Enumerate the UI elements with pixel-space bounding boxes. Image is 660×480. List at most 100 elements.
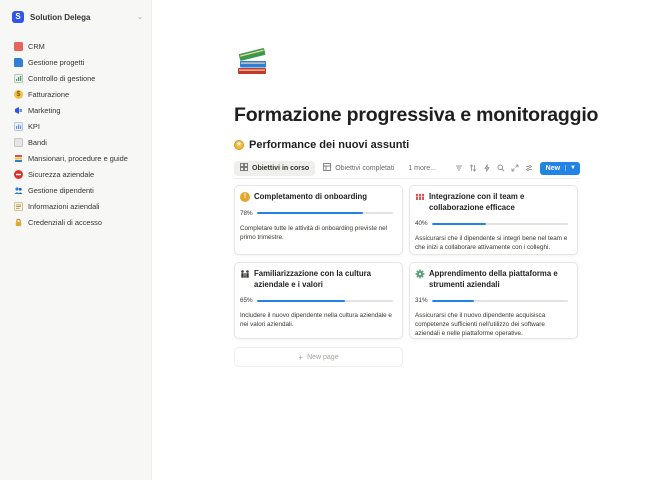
sidebar-item-gestione-progetti[interactable]: Gestione progetti [0, 54, 151, 70]
database-title[interactable]: ★ Performance dei nuovi assunti [234, 139, 409, 151]
sidebar-item-label: Gestione dipendenti [28, 185, 94, 195]
sidebar-item-marketing[interactable]: Marketing [0, 102, 151, 118]
sidebar-item-fatturazione[interactable]: $ Fatturazione [0, 86, 151, 102]
new-page-label: New page [307, 353, 339, 361]
people-icon [14, 186, 23, 195]
new-button[interactable]: New ▼ [539, 161, 580, 175]
card-title: Completamento di onboarding [254, 192, 368, 201]
sidebar-item-label: Gestione progetti [28, 57, 85, 67]
tab-label: 1 more... [408, 164, 436, 172]
star-badge-icon: ★ [234, 140, 244, 150]
tab-obiettivi-in-corso[interactable]: Obiettivi in corso [234, 160, 316, 176]
board-card[interactable]: Familiarizzazione con la cultura azienda… [234, 262, 403, 339]
sidebar-item-label: Bandi [28, 137, 47, 147]
board-card[interactable]: ! Completamento di onboarding 78% Comple… [234, 185, 403, 255]
sidebar-item-gestione-dipendenti[interactable]: Gestione dipendenti [0, 182, 151, 198]
card-title: Integrazione con il team e collaborazion… [429, 192, 525, 212]
sidebar-nav: CRM Gestione progetti Controllo di gesti… [0, 34, 151, 230]
sidebar-item-label: CRM [28, 41, 45, 51]
sidebar-item-label: KPI [28, 121, 40, 131]
sidebar-item-label: Informazioni aziendali [28, 201, 100, 211]
sidebar-item-kpi[interactable]: KPI [0, 118, 151, 134]
card-description: Includere il nuovo dipendente nella cult… [240, 312, 392, 328]
board-card[interactable]: Integrazione con il team e collaborazion… [409, 185, 578, 255]
progress-bar [257, 299, 393, 302]
folder-icon [14, 57, 23, 67]
progress-bar [432, 299, 568, 302]
lightning-icon[interactable] [480, 161, 494, 175]
card-description: Completare tutte le attività di onboardi… [240, 224, 388, 241]
marketing-icon [14, 106, 23, 115]
settings-sliders-icon[interactable] [522, 161, 536, 175]
divider [234, 178, 580, 179]
sidebar-item-crm[interactable]: CRM [0, 38, 151, 54]
tab-label: Obiettivi in corso [252, 164, 310, 172]
progress-percent: 40% [415, 220, 428, 227]
progress-bar [432, 222, 568, 225]
view-toolbar: New ▼ [452, 161, 580, 175]
chart-icon [14, 73, 23, 83]
sidebar-item-mansionari[interactable]: Mansionari, procedure e guide [0, 150, 151, 166]
card-title: Apprendimento della piattaforma e strume… [429, 269, 558, 289]
progress-fill [432, 299, 475, 302]
sidebar-item-sicurezza[interactable]: Sicurezza aziendale [0, 166, 151, 182]
workspace-logo-icon: S [12, 11, 24, 23]
progress-bar [257, 212, 393, 214]
table-icon [323, 163, 332, 173]
gear-icon [415, 269, 425, 279]
progress-percent: 65% [240, 297, 253, 304]
card-description: Assicurarsi che il dipendente si integri… [415, 235, 568, 251]
money-bag-icon: $ [14, 89, 23, 99]
sidebar-item-label: Controllo di gestione [28, 73, 96, 83]
workspace-switcher[interactable]: S Solution Delega ⌄ [0, 0, 151, 34]
search-icon[interactable] [494, 161, 508, 175]
sort-icon[interactable] [466, 161, 480, 175]
sidebar-item-label: Mansionari, procedure e guide [28, 153, 128, 163]
progress-fill [257, 212, 364, 214]
progress-percent: 31% [415, 297, 428, 304]
filter-icon[interactable] [452, 161, 466, 175]
board-icon [240, 163, 248, 173]
progress-percent: 78% [240, 209, 253, 217]
new-button-label: New [545, 164, 561, 172]
main-content: Formazione progressiva e monitoraggio ★ … [152, 0, 660, 480]
books-icon[interactable] [234, 44, 270, 78]
sidebar-item-informazioni-aziendali[interactable]: Informazioni aziendali [0, 198, 151, 214]
lock-icon [14, 218, 23, 227]
page-title: Formazione progressiva e monitoraggio [234, 104, 599, 126]
team-icon [415, 192, 425, 202]
expand-icon[interactable] [508, 161, 522, 175]
new-page-button[interactable]: + New page [234, 347, 403, 367]
database-title-label: Performance dei nuovi assunti [249, 139, 410, 151]
exclamation-icon: ! [240, 192, 250, 202]
guide-icon [14, 154, 23, 163]
progress-fill [432, 222, 487, 225]
card-description: Assicurarsi che il nuovo dipendente acqu… [415, 312, 546, 337]
tab-more[interactable]: 1 more... [402, 161, 442, 176]
memo-icon [14, 201, 23, 211]
tab-obiettivi-completati[interactable]: Obiettivi completati [317, 161, 400, 176]
sidebar: S Solution Delega ⌄ CRM Gestione progett… [0, 0, 152, 480]
progress-fill [257, 299, 346, 302]
progress: 65% [240, 297, 396, 304]
tab-label: Obiettivi completati [335, 164, 395, 172]
chevron-down-icon[interactable]: ⌄ [137, 13, 143, 21]
card-title: Familiarizzazione con la cultura azienda… [254, 269, 371, 289]
sidebar-item-credenziali[interactable]: Credenziali di accesso [0, 214, 151, 230]
workspace-name: Solution Delega [30, 12, 91, 22]
no-entry-icon [14, 169, 23, 179]
sidebar-item-label: Marketing [28, 105, 61, 115]
family-icon [240, 269, 250, 279]
progress: 40% [415, 220, 571, 227]
bandi-icon [14, 137, 23, 147]
board-card[interactable]: Apprendimento della piattaforma e strume… [409, 262, 578, 339]
sidebar-item-controllo-di-gestione[interactable]: Controllo di gestione [0, 70, 151, 86]
chevron-down-icon[interactable]: ▼ [565, 165, 580, 171]
progress: 31% [415, 297, 571, 304]
kpi-icon [14, 121, 23, 131]
view-bar: Obiettivi in corso Obiettivi completati … [234, 160, 580, 176]
sidebar-item-label: Fatturazione [28, 89, 70, 99]
sidebar-item-label: Sicurezza aziendale [28, 169, 95, 179]
plus-icon: + [298, 352, 304, 362]
sidebar-item-bandi[interactable]: Bandi [0, 134, 151, 150]
